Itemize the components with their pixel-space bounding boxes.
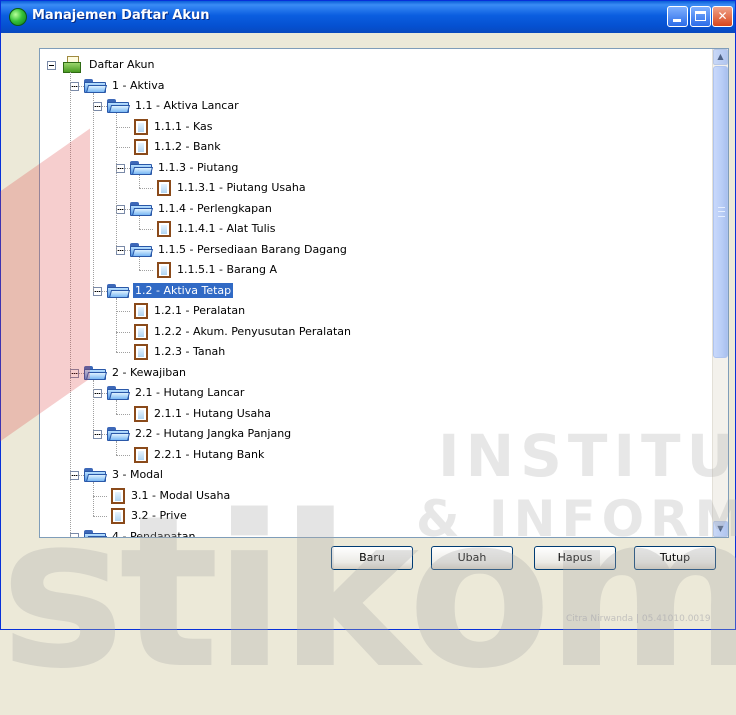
- tree-node-label[interactable]: 1.1.4.1 - Alat Tulis: [175, 221, 277, 236]
- folder-icon: [130, 201, 154, 216]
- tree-connector: [116, 167, 130, 169]
- watermark-logo: stikom: [0, 470, 736, 715]
- document-icon: [134, 303, 148, 319]
- tree-node-label[interactable]: 2.1 - Hutang Lancar: [133, 385, 246, 400]
- root-icon: [61, 56, 83, 73]
- tree-connector: [139, 188, 153, 189]
- maximize-icon: [695, 11, 706, 21]
- tree-node-label[interactable]: 1.2.1 - Peralatan: [152, 303, 247, 318]
- tree-node-label[interactable]: 1.1 - Aktiva Lancar: [133, 98, 241, 113]
- folder-icon: [107, 283, 131, 298]
- tree-node[interactable]: 1.2.2 - Akum. Penyusutan Peralatan: [40, 323, 700, 341]
- tree-connector: [116, 454, 130, 456]
- tree-node-label[interactable]: 1.1.3 - Piutang: [156, 160, 240, 175]
- tree-node-label[interactable]: 1.1.4 - Perlengkapan: [156, 201, 274, 216]
- tree-node-label[interactable]: 1.2 - Aktiva Tetap: [133, 282, 234, 298]
- tree-node[interactable]: 1.1 - Aktiva Lancar: [40, 97, 700, 115]
- tree-connector: [139, 215, 140, 229]
- folder-icon: [107, 427, 131, 441]
- tree-node-label[interactable]: 1.1.1 - Kas: [152, 119, 214, 134]
- tree-node[interactable]: 1.2.1 - Peralatan: [40, 302, 700, 320]
- tree-connector: [139, 229, 153, 230]
- folder-icon: [130, 160, 154, 175]
- document-icon: [134, 323, 148, 340]
- tree-connector: [93, 393, 107, 394]
- app-icon: [9, 8, 27, 26]
- tree-node-label[interactable]: 2.2.1 - Hutang Bank: [152, 447, 266, 462]
- tree-node-label[interactable]: 2.1.1 - Hutang Usaha: [152, 406, 273, 421]
- tree-connector: [93, 434, 107, 435]
- tree-connector: [116, 441, 117, 455]
- document-icon: [134, 139, 148, 155]
- document-icon: [134, 118, 148, 135]
- tree-connector: [93, 379, 94, 434]
- minimize-button[interactable]: [667, 6, 688, 27]
- tree-node-label[interactable]: 2 - Kewajiban: [110, 365, 188, 380]
- tree-node[interactable]: 2.1.1 - Hutang Usaha: [40, 405, 700, 423]
- tree-node[interactable]: 1.1.2 - Bank: [40, 138, 700, 156]
- tree-node[interactable]: 1.2.3 - Tanah: [40, 343, 700, 361]
- tree-node-label[interactable]: 1.2.2 - Akum. Penyusutan Peralatan: [152, 324, 353, 339]
- tree-node-label[interactable]: 1.1.3.1 - Piutang Usaha: [175, 180, 308, 195]
- folder-icon: [84, 78, 108, 93]
- window-title: Manajemen Daftar Akun: [32, 8, 210, 23]
- tree-node[interactable]: 2.1 - Hutang Lancar: [40, 384, 700, 402]
- tree-connector: [93, 290, 107, 292]
- folder-icon: [130, 242, 154, 257]
- tree-node-label[interactable]: Daftar Akun: [87, 57, 156, 72]
- tree-connector: [116, 400, 117, 414]
- title-bar[interactable]: Manajemen Daftar Akun ✕: [1, 1, 735, 33]
- document-icon: [134, 344, 148, 360]
- tree-connector: [93, 106, 107, 107]
- tree-node-label[interactable]: 1.1.5 - Persediaan Barang Dagang: [156, 242, 349, 257]
- tree-node-label[interactable]: 1.1.5.1 - Barang A: [175, 262, 279, 277]
- document-icon: [134, 446, 148, 463]
- tree-connector: [116, 208, 130, 210]
- tree-connector: [116, 352, 130, 353]
- tree-connector: [116, 311, 130, 312]
- tree-connector: [139, 270, 153, 271]
- watermark-footer: Citra Nirwanda | 05.41010.0019: [566, 614, 711, 624]
- tree-node-label[interactable]: 1.2.3 - Tanah: [152, 344, 227, 359]
- tree-node-label[interactable]: 1 - Aktiva: [110, 78, 166, 93]
- tree-connector: [139, 256, 140, 270]
- minimize-icon: [673, 19, 681, 22]
- document-icon: [157, 262, 171, 278]
- tree-connector: [116, 413, 130, 415]
- scrollbar-thumb[interactable]: [713, 66, 728, 358]
- folder-icon: [107, 99, 131, 113]
- scroll-up-button[interactable]: ▲: [713, 49, 728, 65]
- tree-connector: [116, 147, 130, 148]
- folder-icon: [107, 386, 131, 400]
- tree-connector: [116, 249, 130, 251]
- tree-node[interactable]: Daftar Akun: [40, 56, 700, 74]
- tree-node[interactable]: 1 - Aktiva: [40, 77, 700, 95]
- close-button[interactable]: ✕: [712, 6, 733, 27]
- tree-connector: [116, 297, 117, 352]
- tree-connector: [93, 92, 94, 291]
- tree-connector: [116, 113, 117, 250]
- tree-connector: [139, 174, 140, 188]
- collapse-toggle-icon[interactable]: [47, 61, 56, 70]
- tree-connector: [70, 85, 84, 87]
- tree-node[interactable]: 2 - Kewajiban: [40, 364, 700, 382]
- tree-node-label[interactable]: 1.1.2 - Bank: [152, 139, 223, 154]
- tree-node-label[interactable]: 2.2 - Hutang Jangka Panjang: [133, 426, 293, 441]
- maximize-button[interactable]: [690, 6, 711, 27]
- tree-node[interactable]: 1.2 - Aktiva Tetap: [40, 282, 700, 300]
- document-icon: [157, 180, 171, 196]
- tree-connector: [116, 126, 130, 128]
- tree-connector: [116, 331, 130, 333]
- document-icon: [157, 221, 171, 237]
- grip-icon: [718, 207, 725, 217]
- document-icon: [134, 405, 148, 422]
- tree-node[interactable]: 1.1.1 - Kas: [40, 118, 700, 136]
